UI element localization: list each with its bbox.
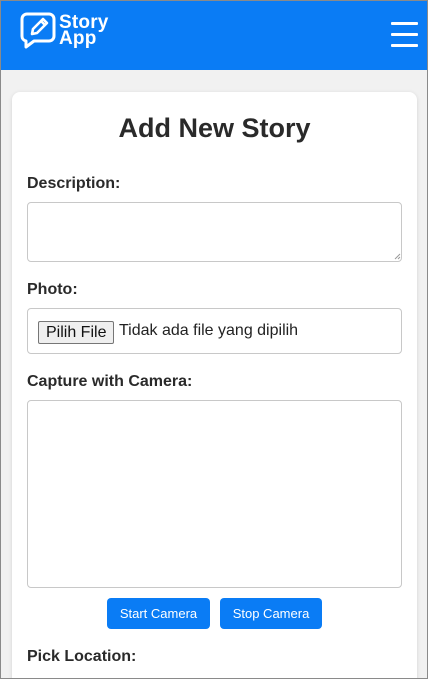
chat-pencil-icon bbox=[20, 12, 56, 49]
hamburger-menu-icon[interactable] bbox=[391, 22, 418, 48]
page-title: Add New Story bbox=[118, 113, 311, 143]
camera-preview bbox=[27, 400, 402, 588]
add-story-card: Add New Story Description: Photo: Pilih … bbox=[12, 92, 417, 678]
photo-file-input[interactable]: Pilih File Tidak ada file yang dipilih bbox=[27, 308, 402, 354]
stop-camera-button[interactable]: Stop Camera bbox=[220, 598, 322, 629]
logo-text-line2: App bbox=[59, 27, 97, 49]
file-status-text: Tidak ada file yang dipilih bbox=[119, 322, 299, 339]
app-viewport: Story App Add New Story Description: Pho… bbox=[0, 0, 428, 679]
resize-grip-icon[interactable] bbox=[393, 252, 401, 260]
photo-label: Photo: bbox=[27, 281, 78, 298]
description-input[interactable] bbox=[27, 202, 402, 262]
camera-label: Capture with Camera: bbox=[27, 373, 193, 390]
hamburger-line bbox=[391, 44, 418, 47]
logo-text: Story App bbox=[59, 13, 109, 49]
app-logo[interactable]: Story App bbox=[20, 12, 109, 49]
location-label: Pick Location: bbox=[27, 648, 137, 665]
start-camera-button[interactable]: Start Camera bbox=[107, 598, 210, 629]
hamburger-line bbox=[391, 22, 418, 25]
hamburger-line bbox=[391, 33, 418, 36]
choose-file-button[interactable]: Pilih File bbox=[38, 321, 115, 344]
app-header: Story App bbox=[1, 1, 427, 70]
description-label: Description: bbox=[27, 175, 121, 192]
